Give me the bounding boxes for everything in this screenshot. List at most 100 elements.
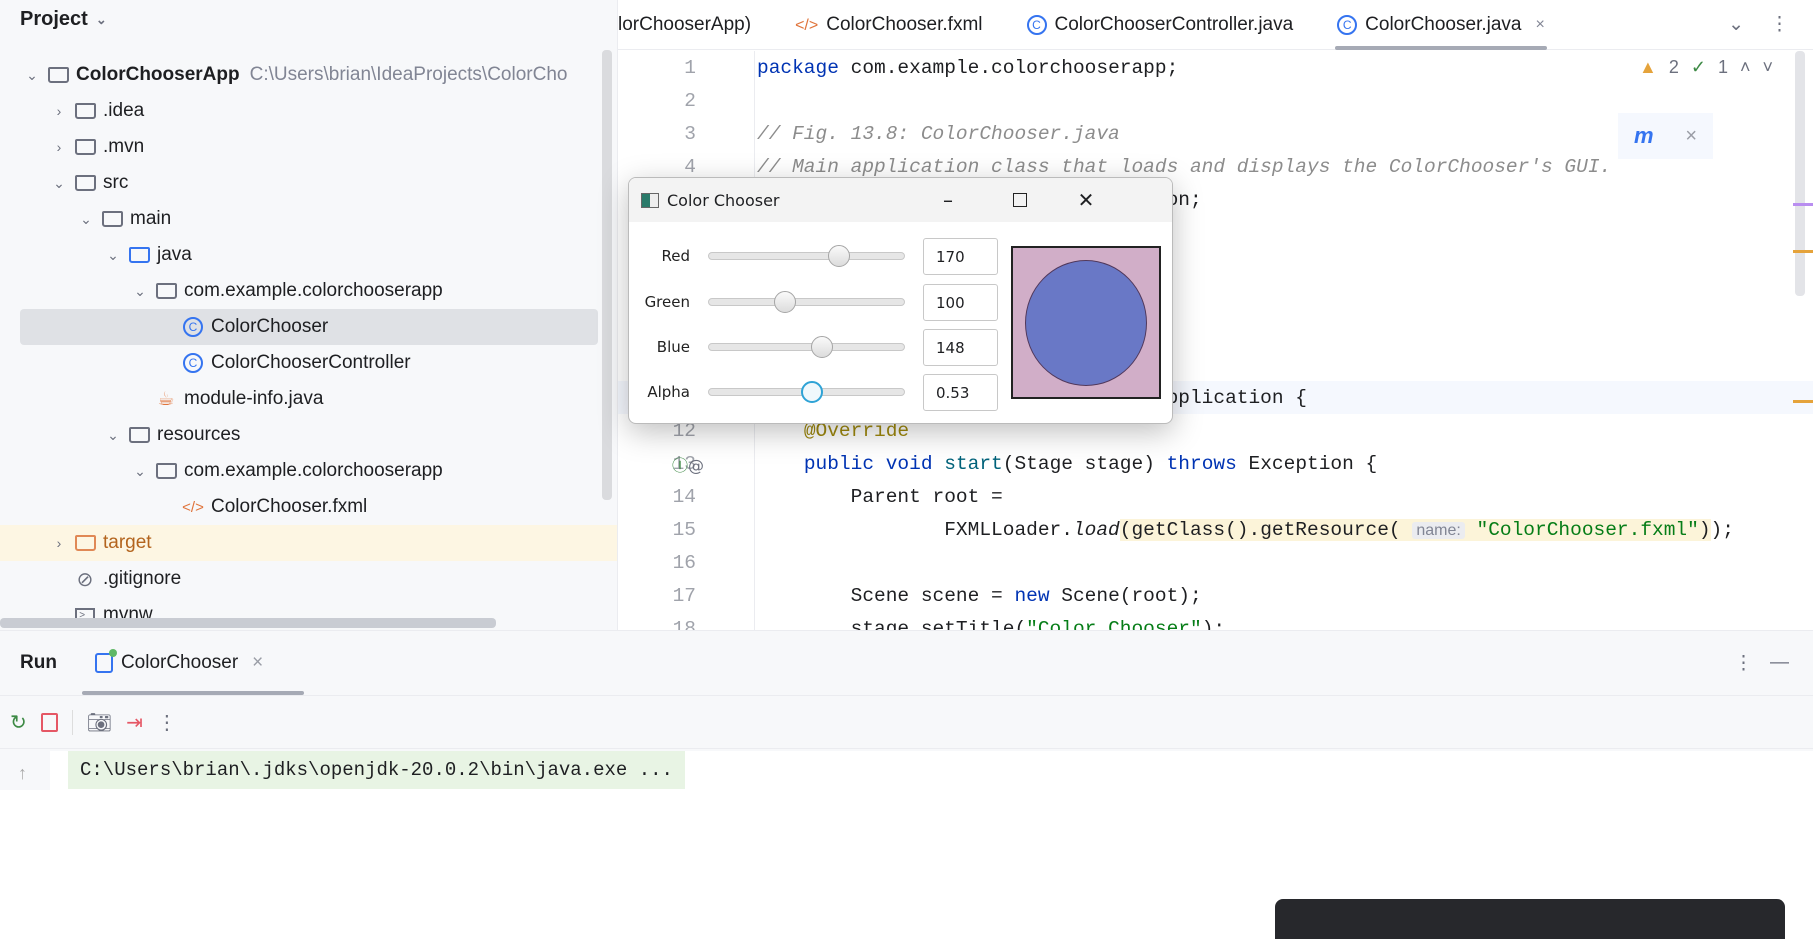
tree-item[interactable]: C ColorChooser: [20, 309, 598, 345]
stop-icon[interactable]: [40, 712, 58, 732]
more-options-icon[interactable]: ⋮: [1734, 652, 1753, 675]
tree-item[interactable]: ⌄ ColorChooserApp C:\Users\brian\IdeaProje…: [0, 57, 600, 93]
code-text: stage.setTitle("Color Chooser");: [757, 617, 1226, 631]
alpha-slider[interactable]: [708, 381, 905, 403]
minimize-button[interactable]: –: [914, 178, 982, 222]
editor-tab[interactable]: lorChooserApp): [618, 0, 773, 50]
line-number: 15: [672, 518, 696, 541]
chevron-down-icon[interactable]: ⌄: [130, 463, 150, 480]
more-options-icon[interactable]: ⋮: [157, 710, 177, 735]
screenshot-icon[interactable]: 📷︎: [71, 709, 112, 735]
fxml-icon: </>: [182, 498, 204, 516]
code-line[interactable]: 1 package com.example.colorchooserapp;: [618, 51, 1813, 84]
color-row-alpha: Alpha 0.53: [629, 373, 1009, 411]
tree-item[interactable]: ⌄ com.example.colorchooserapp: [0, 453, 600, 489]
code-line[interactable]: 14 Parent root =: [618, 480, 1813, 513]
slider-thumb[interactable]: [828, 245, 851, 267]
code-line[interactable]: 13 Ⓘ@ public void start(Stage stage) thro…: [618, 447, 1813, 480]
chevron-down-icon[interactable]: ⌄: [103, 247, 123, 264]
tree-item[interactable]: ⌄ java: [0, 237, 600, 273]
chevron-down-icon[interactable]: ⌄: [103, 427, 123, 444]
warning-icon: ▲: [1639, 57, 1657, 77]
chevron-down-icon[interactable]: ⌄: [130, 283, 150, 300]
chevron-down-icon[interactable]: ⌄: [76, 211, 96, 228]
code-text: public void start(Stage stage) throws Ex…: [803, 452, 1378, 475]
tree-item[interactable]: › .idea: [0, 93, 600, 129]
project-title: Project: [20, 8, 88, 30]
tree-item[interactable]: ⌄ src: [0, 165, 600, 201]
project-view-selector[interactable]: Project ⌄: [20, 8, 107, 31]
tree-item-label: ColorChooserApp: [76, 64, 240, 85]
error-stripe-mark[interactable]: [1793, 250, 1813, 253]
blue-field[interactable]: 148: [923, 328, 998, 366]
tree-item[interactable]: ⌄ main: [0, 201, 600, 237]
minimize-icon[interactable]: —: [1770, 652, 1789, 674]
code-line[interactable]: 15 FXMLLoader.load(getClass().getResourc…: [618, 513, 1813, 546]
tree-horizontal-scrollbar[interactable]: [0, 618, 496, 628]
tree-item[interactable]: ☕︎ module-info.java: [0, 381, 600, 417]
tree-item[interactable]: ⊘ .gitignore: [0, 561, 600, 597]
line-number: 3: [684, 122, 696, 145]
exit-icon[interactable]: ⇥: [126, 710, 143, 735]
chevron-down-icon[interactable]: ⌄: [49, 175, 69, 192]
rerun-icon[interactable]: ↻: [10, 710, 27, 735]
tree-item[interactable]: ⌄ resources: [0, 417, 600, 453]
alpha-field[interactable]: 0.53: [923, 373, 998, 411]
ignore-icon: ⊘: [76, 568, 94, 591]
error-stripe-mark[interactable]: [1793, 203, 1813, 206]
red-field[interactable]: 170: [923, 237, 998, 275]
maximize-button[interactable]: [986, 178, 1054, 222]
channel-label: Alpha: [647, 383, 690, 401]
resources-folder-icon: [127, 425, 151, 445]
more-options-icon[interactable]: ⋮: [1770, 13, 1789, 36]
code-text: Parent root =: [757, 485, 1003, 508]
close-icon[interactable]: ×: [252, 652, 263, 674]
editor-tab[interactable]: C ColorChooserController.java: [1005, 0, 1316, 50]
check-icon: ✓: [1690, 57, 1706, 77]
code-text: FXMLLoader.load(getClass().getResource( …: [757, 518, 1734, 541]
editor-scrollbar[interactable]: [1795, 51, 1805, 296]
tree-item[interactable]: </> ColorChooser.fxml: [0, 489, 600, 525]
editor-tab[interactable]: </> ColorChooser.fxml: [773, 0, 1004, 50]
override-icon[interactable]: Ⓘ@: [672, 452, 704, 476]
maven-reload-icon[interactable]: m: [1634, 123, 1654, 149]
chevron-right-icon[interactable]: ›: [49, 139, 69, 155]
green-slider[interactable]: [708, 291, 905, 313]
notification-popup[interactable]: [1275, 899, 1785, 939]
close-icon[interactable]: ×: [1535, 16, 1544, 34]
code-line[interactable]: 17 Scene scene = new Scene(root);: [618, 579, 1813, 612]
tree-item[interactable]: ⌄ com.example.colorchooserapp: [0, 273, 600, 309]
tree-item-label: com.example.colorchooserapp: [184, 280, 443, 301]
blue-slider[interactable]: [708, 336, 905, 358]
close-button[interactable]: ✕: [1052, 178, 1120, 222]
slider-thumb[interactable]: [774, 291, 797, 313]
tree-item[interactable]: › .mvn: [0, 129, 600, 165]
tree-item[interactable]: C ColorChooserController: [0, 345, 600, 381]
run-tab[interactable]: ColorChooser ×: [94, 649, 263, 674]
package-icon: [154, 281, 178, 301]
code-text: // Fig. 13.8: ColorChooser.java: [757, 122, 1120, 145]
scroll-up-icon[interactable]: ↑: [18, 763, 27, 784]
chevron-down-icon[interactable]: ⌄: [22, 67, 42, 84]
chevron-right-icon[interactable]: ›: [49, 103, 69, 119]
editor-tab[interactable]: C ColorChooser.java ×: [1315, 0, 1567, 50]
code-line[interactable]: 16: [618, 546, 1813, 579]
folder-icon: [154, 461, 178, 481]
source-folder-icon: [127, 245, 151, 265]
tree-item[interactable]: › target: [0, 525, 617, 561]
tree-item-label: ColorChooser.fxml: [211, 496, 368, 517]
tab-list-icon[interactable]: ⌄: [1728, 13, 1744, 36]
error-stripe-mark[interactable]: [1793, 400, 1813, 403]
close-icon[interactable]: ×: [1685, 125, 1697, 148]
next-highlight-icon[interactable]: ˅: [1762, 57, 1773, 78]
green-field[interactable]: 100: [923, 283, 998, 321]
code-line[interactable]: 18 stage.setTitle("Color Chooser");: [618, 612, 1813, 631]
slider-thumb[interactable]: [801, 381, 824, 403]
console-output[interactable]: C:\Users\brian\.jdks\openjdk-20.0.2\bin\…: [50, 751, 1813, 939]
tree-scrollbar[interactable]: [602, 50, 612, 500]
previous-highlight-icon[interactable]: ˄: [1740, 57, 1751, 78]
inspection-widget[interactable]: ▲ 2 ✓ 1 ˄ ˅: [1639, 57, 1773, 78]
slider-thumb[interactable]: [811, 336, 834, 358]
chevron-right-icon[interactable]: ›: [49, 535, 69, 551]
red-slider[interactable]: [708, 245, 905, 267]
